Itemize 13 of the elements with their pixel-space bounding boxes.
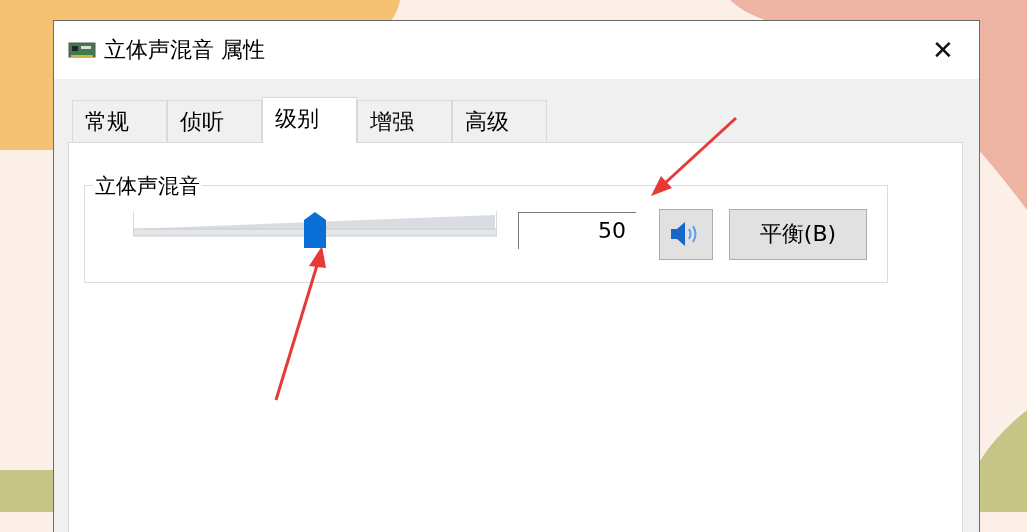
volume-field[interactable]: 50	[518, 211, 636, 249]
tab[interactable]: 高级	[452, 100, 547, 142]
circuit-board-icon	[68, 40, 96, 60]
speaker-button[interactable]	[659, 208, 713, 260]
tab[interactable]: 增强	[357, 100, 452, 142]
balance-button[interactable]: 平衡(B)	[729, 208, 867, 260]
tab[interactable]: 级别	[262, 97, 357, 143]
slider-thumb[interactable]	[304, 212, 326, 248]
close-button[interactable]: ✕	[921, 30, 965, 70]
window-title: 立体声混音 属性	[104, 36, 266, 64]
volume-slider[interactable]	[133, 211, 497, 249]
tab[interactable]: 常规	[72, 100, 167, 142]
tab[interactable]: 侦听	[167, 100, 262, 142]
